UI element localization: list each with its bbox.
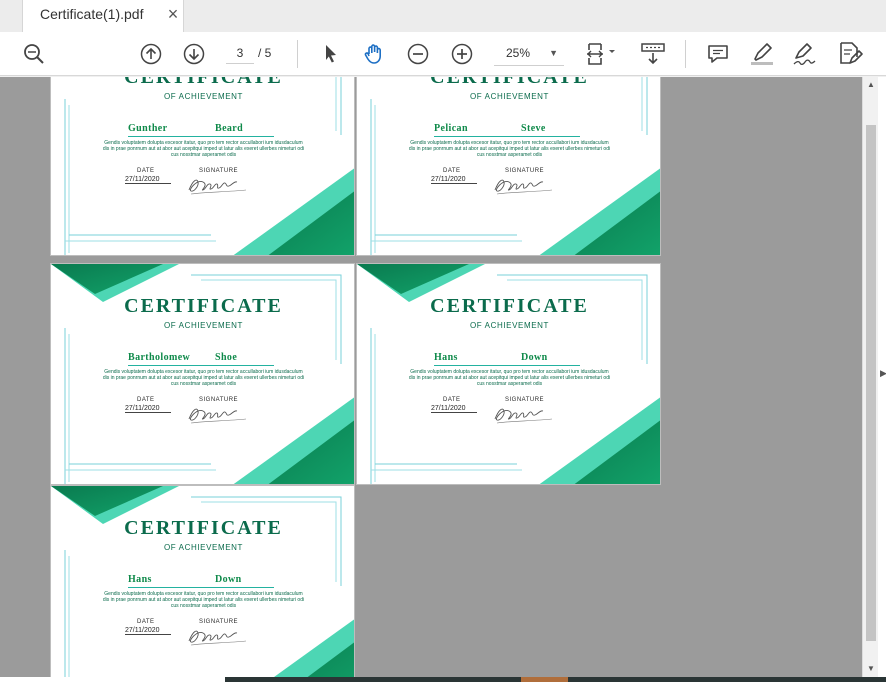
recipient-last-name: Beard <box>215 123 244 134</box>
certificate-decoration <box>51 486 354 682</box>
sign-icon[interactable] <box>790 32 820 76</box>
date-label: DATE <box>443 168 461 174</box>
select-pointer-icon[interactable] <box>319 32 343 76</box>
recipient-first-name: Hans <box>128 574 152 585</box>
name-underline <box>128 587 274 588</box>
name-underline <box>128 136 274 137</box>
recipient-first-name: Hans <box>434 352 458 363</box>
certificate-body-text: Gendis voluptatem dolupta excesor itatur… <box>102 140 305 159</box>
toolbar-divider <box>297 40 298 68</box>
certificate-page: CERTIFICATE OF ACHIEVEMENT Hans Down Gen… <box>356 263 661 485</box>
recipient-first-name: Pelican <box>434 123 468 134</box>
bottom-bar <box>0 677 886 682</box>
tab-bar: Certificate(1).pdf × <box>0 0 886 32</box>
signature-image <box>188 630 247 646</box>
recipient-last-name: Down <box>215 574 242 585</box>
name-underline <box>434 365 580 366</box>
recipient-first-name: Gunther <box>128 123 168 134</box>
vertical-scrollbar[interactable]: ▲ ▼ <box>862 77 878 677</box>
certificate-subtitle: OF ACHIEVEMENT <box>469 321 550 330</box>
signature-image <box>494 408 553 424</box>
toolbar-divider <box>685 40 686 68</box>
certificate-subtitle: OF ACHIEVEMENT <box>163 92 244 101</box>
fill-sign-icon[interactable] <box>835 32 865 76</box>
scroll-up-icon[interactable]: ▲ <box>863 77 879 93</box>
toolbar: 3 / 5 25% ▼ <box>0 32 886 76</box>
certificate-decoration <box>370 77 660 255</box>
page-up-icon[interactable] <box>138 32 164 76</box>
date-label: DATE <box>137 397 155 403</box>
highlight-icon[interactable] <box>748 32 776 76</box>
zoom-value: 25% <box>506 46 531 60</box>
scroll-down-icon[interactable]: ▼ <box>863 661 879 677</box>
date-value: 27/11/2020 <box>431 176 477 184</box>
date-value: 27/11/2020 <box>431 405 477 413</box>
recipient-last-name: Steve <box>521 123 546 134</box>
collapse-panel-icon[interactable]: ▶ <box>880 368 886 379</box>
page-down-icon[interactable] <box>181 32 207 76</box>
date-value: 27/11/2020 <box>125 176 171 184</box>
certificate-subtitle: OF ACHIEVEMENT <box>163 543 244 552</box>
date-label: DATE <box>137 168 155 174</box>
chevron-down-icon[interactable]: ▼ <box>549 42 558 64</box>
name-underline <box>434 136 580 137</box>
scroll-mode-icon[interactable] <box>638 32 668 76</box>
certificate-body-text: Gendis voluptatem dolupta excesor itatur… <box>408 369 611 388</box>
signature-image <box>188 408 247 424</box>
recipient-last-name: Shoe <box>215 352 238 363</box>
certificate-title: CERTIFICATE <box>430 77 589 88</box>
certificate-title: CERTIFICATE <box>430 295 589 317</box>
date-label: DATE <box>137 619 155 625</box>
fit-page-icon[interactable] <box>584 32 620 76</box>
date-label: DATE <box>443 397 461 403</box>
hand-tool-icon[interactable] <box>360 32 388 76</box>
certificate-body-text: Gendis voluptatem dolupta excesor itatur… <box>408 140 611 159</box>
document-viewport[interactable]: CERTIFICATE OF ACHIEVEMENT Gunther Beard… <box>0 77 862 682</box>
certificate-body-text: Gendis voluptatem dolupta excesor itatur… <box>102 591 305 610</box>
scrollbar-thumb[interactable] <box>866 125 876 641</box>
page-total: / 5 <box>258 46 272 60</box>
certificate-page: CERTIFICATE OF ACHIEVEMENT Hans Down Gen… <box>50 485 355 682</box>
certificate-page: CERTIFICATE OF ACHIEVEMENT Bartholomew S… <box>50 263 355 485</box>
tab-title: Certificate(1).pdf <box>40 6 144 22</box>
certificate-title: CERTIFICATE <box>124 295 283 317</box>
certificate-title: CERTIFICATE <box>124 77 283 88</box>
zoom-in-icon[interactable] <box>449 32 475 76</box>
date-value: 27/11/2020 <box>125 405 171 413</box>
certificate-title: CERTIFICATE <box>124 517 283 539</box>
certificate-subtitle: OF ACHIEVEMENT <box>469 92 550 101</box>
recipient-last-name: Down <box>521 352 548 363</box>
right-panel-strip <box>878 77 886 682</box>
page-number-input[interactable]: 3 <box>226 42 254 64</box>
certificate-subtitle: OF ACHIEVEMENT <box>163 321 244 330</box>
name-underline <box>128 365 274 366</box>
signature-image <box>188 179 247 195</box>
certificate-body-text: Gendis voluptatem dolupta excesor itatur… <box>102 369 305 388</box>
search-icon[interactable] <box>20 32 48 76</box>
zoom-select[interactable]: 25% ▼ <box>494 42 564 66</box>
certificate-page: CERTIFICATE OF ACHIEVEMENT Gunther Beard… <box>50 77 355 256</box>
signature-image <box>494 179 553 195</box>
certificate-decoration <box>64 77 354 255</box>
date-value: 27/11/2020 <box>125 627 171 635</box>
comment-icon[interactable] <box>705 32 731 76</box>
certificate-page: CERTIFICATE OF ACHIEVEMENT Pelican Steve… <box>356 77 661 256</box>
zoom-out-icon[interactable] <box>405 32 431 76</box>
close-tab-icon[interactable]: × <box>163 3 183 25</box>
recipient-first-name: Bartholomew <box>128 352 191 363</box>
document-tab[interactable]: Certificate(1).pdf × <box>22 0 184 32</box>
